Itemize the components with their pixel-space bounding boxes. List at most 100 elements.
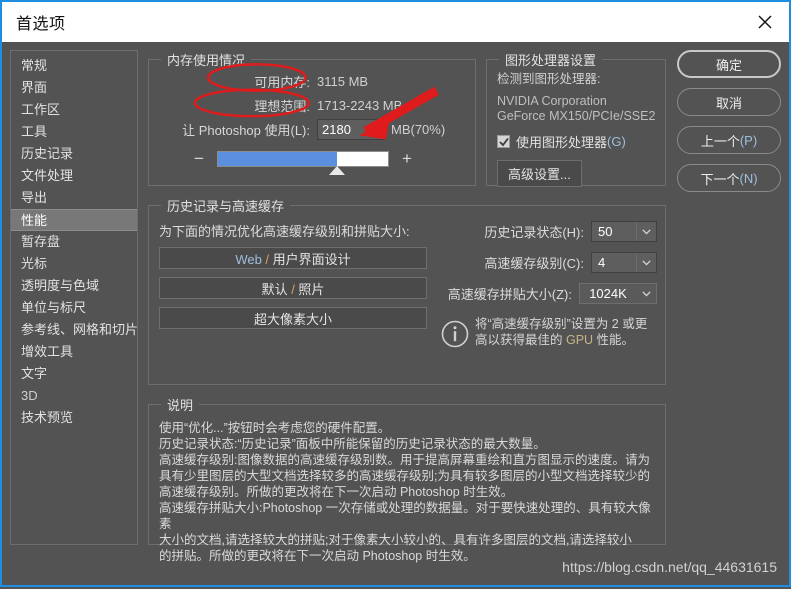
cache-fields-column: 历史记录状态(H): 50 高速缓存级别(C): 4 高速缓存拼贴大小(Z): … [441, 221, 657, 353]
memory-slider-track[interactable] [217, 151, 389, 167]
cancel-button[interactable]: 取消 [677, 88, 781, 116]
previous-button[interactable]: 上一个 (P) [677, 126, 781, 154]
sidebar-item-transparency-gamut[interactable]: 透明度与色域 [11, 275, 137, 297]
let-photoshop-use-row: 让 Photoshop 使用(L): MB(70%) [149, 117, 475, 141]
ideal-range-value: 1713-2243 MB [317, 97, 403, 113]
description-text: 使用“优化...”按钮时会考虑您的硬件配置。 历史记录状态:“历史记录”面板中所… [149, 414, 665, 564]
use-gpu-accesskey: (G) [607, 134, 626, 149]
description-legend: 说明 [167, 398, 194, 413]
description-group: 说明 使用“优化...”按钮时会考虑您的硬件配置。 历史记录状态:“历史记录”面… [148, 395, 666, 563]
gpu-model: GeForce MX150/PCIe/SSE2 [497, 109, 656, 123]
dialog-actions: 确定 取消 上一个 (P) 下一个 (N) [677, 50, 781, 192]
preset-default-sep: / [287, 282, 299, 297]
gpu-hint-line2b: 性能。 [593, 333, 635, 347]
cache-tile-size-combobox[interactable]: 1024K [579, 283, 657, 304]
previous-button-label: 上一个 [700, 133, 740, 149]
watermark-text: https://blog.csdn.net/qq_44631615 [562, 559, 777, 575]
preset-web-ui-button[interactable]: Web / 用户界面设计 [159, 247, 427, 269]
sidebar-item-workspace[interactable]: 工作区 [11, 99, 137, 121]
advanced-settings-button[interactable]: 高级设置... [497, 160, 582, 187]
memory-amount-input[interactable] [317, 118, 385, 140]
category-sidebar[interactable]: 常规 界面 工作区 工具 历史记录 文件处理 导出 性能 暂存盘 光标 透明度与… [10, 50, 138, 545]
ok-button-label: 确定 [715, 57, 742, 73]
gpu-hint-text: 将“高速缓存级别”设置为 2 或更 高以获得最佳的 GPU 性能。 [471, 316, 647, 348]
ok-button[interactable]: 确定 [677, 50, 781, 78]
use-gpu-row[interactable]: 使用图形处理器 (G) [487, 124, 665, 151]
cache-tile-size-value: 1024K [589, 286, 627, 301]
available-memory-row: 可用内存: 3115 MB [149, 69, 475, 93]
sidebar-item-technology-previews[interactable]: 技术预览 [11, 407, 137, 429]
sidebar-item-3d[interactable]: 3D [11, 385, 137, 407]
detected-gpu-label: 检测到图形处理器: [497, 72, 601, 86]
sidebar-item-interface[interactable]: 界面 [11, 77, 137, 99]
available-memory-value: 3115 MB [317, 73, 369, 89]
cache-levels-combobox[interactable]: 4 [591, 252, 657, 273]
graphics-processor-legend: 图形处理器设置 [505, 53, 597, 68]
preset-default-pre: 默认 [261, 282, 288, 297]
sidebar-item-plugins[interactable]: 增效工具 [11, 341, 137, 363]
description-line-6: 高速缓存拼贴大小:Photoshop 一次存储或处理的数据量。对于要快速处理的、… [159, 501, 651, 531]
sidebar-item-file-handling[interactable]: 文件处理 [11, 165, 137, 187]
sidebar-item-history-log[interactable]: 历史记录 [11, 143, 137, 165]
ideal-range-label: 理想范围: [254, 98, 310, 114]
preset-web-post: 用户界面设计 [272, 252, 351, 267]
decrease-memory-icon[interactable]: − [189, 149, 209, 169]
memory-usage-group: 内存使用情况 可用内存: 3115 MB 理想范围: 1713-2243 MB … [148, 50, 476, 186]
cache-levels-row: 高速缓存级别(C): 4 [441, 252, 657, 273]
next-button-label: 下一个 [700, 171, 740, 187]
let-photoshop-use-label: 让 Photoshop 使用(L): [182, 122, 310, 138]
cache-presets-caption: 为下面的情况优化高速缓存级别和拼贴大小: [159, 224, 410, 239]
preset-web-sep: / [261, 252, 273, 267]
sidebar-item-export[interactable]: 导出 [11, 187, 137, 209]
memory-slider-row: − + [149, 149, 475, 175]
chevron-down-icon[interactable] [636, 284, 656, 303]
chevron-down-icon[interactable] [636, 253, 656, 272]
sidebar-item-scratch-disks[interactable]: 暂存盘 [11, 231, 137, 253]
chevron-down-icon[interactable] [636, 222, 656, 241]
next-button-accesskey: (N) [739, 170, 758, 186]
description-line-2: 历史记录状态:“历史记录”面板中所能保留的历史记录状态的最大数量。 [159, 437, 546, 451]
history-states-value: 50 [598, 224, 613, 239]
history-states-combobox[interactable]: 50 [591, 221, 657, 242]
graphics-processor-group: 图形处理器设置 检测到图形处理器: NVIDIA Corporation GeF… [486, 50, 666, 187]
checkbox-icon[interactable] [497, 135, 510, 148]
gpu-hint-line2a: 高以获得最佳的 [475, 333, 566, 347]
cache-levels-label: 高速缓存级别(C): [484, 256, 584, 271]
preset-default-post: 照片 [298, 282, 325, 297]
cache-levels-value: 4 [598, 255, 606, 270]
memory-slider-thumb[interactable] [329, 166, 346, 175]
sidebar-item-cursors[interactable]: 光标 [11, 253, 137, 275]
memory-slider-fill [218, 152, 337, 166]
cache-presets-column: 为下面的情况优化高速缓存级别和拼贴大小: Web / 用户界面设计 默认 / 照… [159, 221, 437, 337]
preset-huge-pixel-button[interactable]: 超大像素大小 [159, 307, 427, 329]
gpu-hint-row: 将“高速缓存级别”设置为 2 或更 高以获得最佳的 GPU 性能。 [441, 314, 657, 353]
cache-tile-size-label: 高速缓存拼贴大小(Z): [447, 287, 572, 302]
preset-default-photo-button[interactable]: 默认 / 照片 [159, 277, 427, 299]
next-button[interactable]: 下一个 (N) [677, 164, 781, 192]
sidebar-item-guides-grid-slices[interactable]: 参考线、网格和切片 [11, 319, 138, 341]
available-memory-label: 可用内存: [254, 74, 310, 90]
memory-percent-suffix: MB(70%) [391, 121, 446, 137]
dialog-body: 常规 界面 工作区 工具 历史记录 文件处理 导出 性能 暂存盘 光标 透明度与… [2, 42, 789, 585]
page-title: 首选项 [16, 16, 66, 33]
gpu-vendor: NVIDIA Corporation [497, 94, 607, 108]
sidebar-item-tools[interactable]: 工具 [11, 121, 137, 143]
sidebar-item-performance[interactable]: 性能 [11, 209, 137, 231]
sidebar-item-units-rulers[interactable]: 单位与标尺 [11, 297, 137, 319]
description-line-7: 大小的文档,请选择较大的拼贴;对于像素大小较小的、具有许多图层的文档,请选择较小 [159, 533, 632, 547]
description-line-1: 使用“优化...”按钮时会考虑您的硬件配置。 [159, 421, 391, 435]
use-gpu-label: 使用图形处理器 [516, 135, 608, 150]
gpu-hint-keyword: GPU [565, 333, 594, 347]
increase-memory-icon[interactable]: + [397, 149, 417, 169]
cache-tile-size-row: 高速缓存拼贴大小(Z): 1024K [441, 283, 657, 304]
description-line-5: 高速缓存级别。所做的更改将在下一次启动 Photoshop 时生效。 [159, 485, 514, 499]
title-bar: 首选项 [2, 2, 789, 42]
preset-huge-label: 超大像素大小 [253, 312, 332, 327]
sidebar-item-type[interactable]: 文字 [11, 363, 137, 385]
history-states-label: 历史记录状态(H): [484, 225, 584, 240]
history-cache-group: 历史记录与高速缓存 为下面的情况优化高速缓存级别和拼贴大小: Web / 用户界… [148, 196, 666, 385]
history-cache-legend: 历史记录与高速缓存 [167, 199, 285, 214]
history-states-row: 历史记录状态(H): 50 [441, 221, 657, 242]
close-icon[interactable] [741, 2, 789, 42]
sidebar-item-general[interactable]: 常规 [11, 55, 137, 77]
